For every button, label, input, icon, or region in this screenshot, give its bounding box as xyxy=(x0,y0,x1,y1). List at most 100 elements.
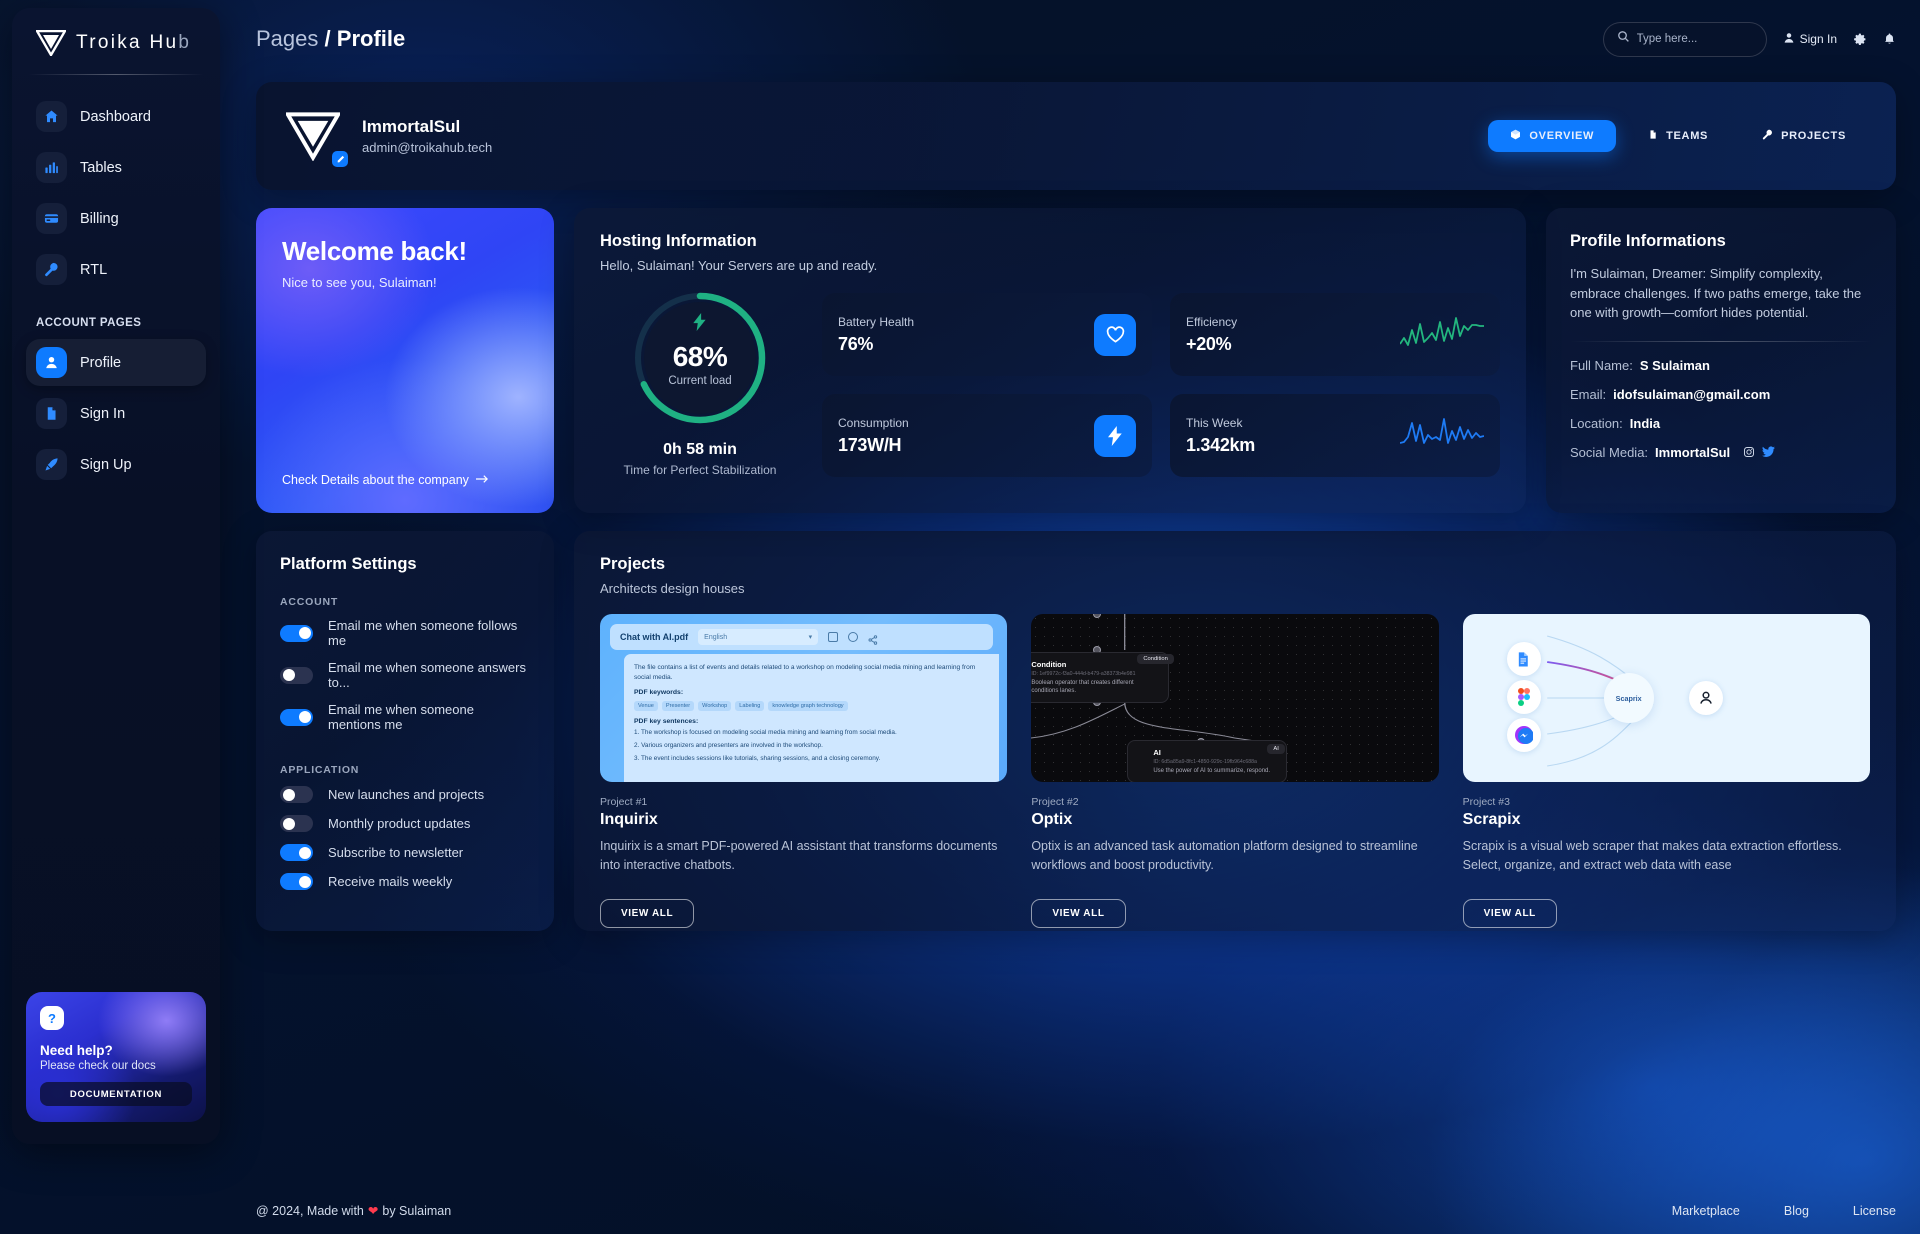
chip: knowledge graph technology xyxy=(768,701,848,712)
bolt-icon xyxy=(1094,414,1136,457)
toggle-receive-mails-weekly[interactable] xyxy=(280,873,313,890)
hosting-title: Hosting Information xyxy=(600,232,757,250)
topbar-actions: Sign In xyxy=(1602,21,1896,57)
hub-label: Scaprix xyxy=(1615,693,1642,703)
sidebar-item-label: Sign Up xyxy=(80,456,132,473)
view-all-button[interactable]: VIEW ALL xyxy=(1462,899,1557,928)
sidebar-item-tables[interactable]: Tables xyxy=(26,144,206,191)
pdf-body: The file contains a list of events and d… xyxy=(634,664,976,681)
stabilization-time: 0h 58 min xyxy=(663,441,737,458)
tab-overview[interactable]: OVERVIEW xyxy=(1488,120,1617,152)
welcome-link[interactable]: Check Details about the company xyxy=(282,473,489,487)
pdf-sentence: 1. The workshop is focused on modeling s… xyxy=(634,729,897,737)
view-all-button[interactable]: VIEW ALL xyxy=(1031,899,1126,928)
project-number: Project #3 xyxy=(1462,796,1510,808)
project-thumbnail-flow-canvas[interactable]: Condition ID: 1ef9972c-f3a0-444d-b479-a3… xyxy=(1031,614,1439,782)
project-card-scrapix: Scaprix Project #3 Scrapix Scrapix is a … xyxy=(1462,614,1870,928)
node-pill-condition: Condition xyxy=(1137,654,1174,664)
tab-projects[interactable]: PROJECTS xyxy=(1740,120,1868,152)
project-description: Inquirix is a smart PDF-powered AI assis… xyxy=(600,839,998,872)
help-title: Need help? xyxy=(40,1043,113,1058)
twitter-icon[interactable] xyxy=(1762,446,1776,458)
pdf-sentences-label: PDF key sentences: xyxy=(634,718,699,726)
project-description: Scrapix is a visual web scraper that mak… xyxy=(1462,839,1842,872)
gauge-readout: 68% Current load xyxy=(631,289,769,427)
projects-subtitle: Architects design houses xyxy=(600,581,745,596)
toggle-email-answers[interactable] xyxy=(280,666,313,684)
toggle-email-mentions[interactable] xyxy=(280,708,313,726)
setting-row: Email me when someone answers to... xyxy=(280,660,530,690)
avatar[interactable] xyxy=(284,107,348,167)
footer-link-blog[interactable]: Blog xyxy=(1784,1204,1809,1218)
toggle-monthly-updates[interactable] xyxy=(280,815,313,832)
footer: @ 2024, Made with ❤ by Sulaiman Marketpl… xyxy=(256,1203,1896,1219)
node-id: ID: 1ef9972c-f3a0-444d-b479-a38373b4e981 xyxy=(1031,671,1136,677)
footer-link-marketplace[interactable]: Marketplace xyxy=(1672,1204,1740,1218)
sidebar-item-dashboard[interactable]: Dashboard xyxy=(26,93,206,140)
field-value: idofsulaiman@gmail.com xyxy=(1613,386,1771,402)
toggle-email-follows[interactable] xyxy=(280,624,313,642)
project-number: Project #1 xyxy=(600,796,648,808)
download-icon[interactable] xyxy=(828,632,839,642)
sign-in-button[interactable]: Sign In xyxy=(1783,32,1837,47)
sign-in-label: Sign In xyxy=(1799,32,1837,46)
gear-icon[interactable] xyxy=(1853,32,1867,46)
tab-label: TEAMS xyxy=(1666,130,1709,142)
sidebar-item-label: RTL xyxy=(80,261,108,278)
sidebar-item-label: Billing xyxy=(80,210,119,227)
tile-text: Consumption 173W/H xyxy=(838,416,909,456)
gauge-value: 68% xyxy=(672,341,728,372)
language-select[interactable]: English ▾ xyxy=(698,629,819,645)
project-thumbnail-pdf-chat[interactable]: The file contains a list of events and d… xyxy=(600,614,1008,782)
heart-icon: ❤ xyxy=(367,1204,379,1218)
project-thumbnail-node-graph[interactable]: Scaprix xyxy=(1462,614,1870,782)
setting-label: Email me when someone follows me xyxy=(328,618,518,648)
wrench-icon xyxy=(36,254,67,285)
breadcrumb-parent[interactable]: Pages xyxy=(256,26,318,51)
field-label: Location: xyxy=(1570,415,1623,431)
refresh-icon[interactable] xyxy=(848,632,859,642)
tile-value: 173W/H xyxy=(838,434,902,455)
profile-information-card: Profile Informations I'm Sulaiman, Dream… xyxy=(1546,208,1896,513)
help-subtitle: Please check our docs xyxy=(40,1060,156,1072)
projects-list: The file contains a list of events and d… xyxy=(600,614,1870,928)
search-box[interactable] xyxy=(1602,21,1767,57)
hosting-body: 68% Current load 0h 58 min Time for Perf… xyxy=(600,289,1500,477)
topbar: Pages / Profile Sign In xyxy=(256,18,1896,60)
documentation-button[interactable]: DOCUMENTATION xyxy=(40,1082,192,1106)
view-all-button[interactable]: VIEW ALL xyxy=(600,899,695,928)
footer-links: Marketplace Blog License xyxy=(1672,1204,1896,1218)
share-icon[interactable] xyxy=(868,632,878,645)
sidebar-item-rtl[interactable]: RTL xyxy=(26,246,206,293)
sidebar-item-sign-in[interactable]: Sign In xyxy=(26,390,206,437)
sidebar-item-profile[interactable]: Profile xyxy=(26,339,206,386)
tile-text: This Week 1.342km xyxy=(1186,416,1255,456)
row-overview: Welcome back! Nice to see you, Sulaiman!… xyxy=(256,208,1896,513)
toggle-new-launches[interactable] xyxy=(280,786,313,803)
help-card: ? Need help? Please check our docs DOCUM… xyxy=(26,992,206,1122)
edit-avatar-icon[interactable] xyxy=(332,151,348,167)
tab-teams[interactable]: TEAMS xyxy=(1626,120,1730,152)
projects-title: Projects xyxy=(600,555,666,573)
pdf-sheet: The file contains a list of events and d… xyxy=(624,654,1000,782)
search-input[interactable] xyxy=(1636,33,1753,45)
instagram-icon[interactable] xyxy=(1743,446,1755,458)
setting-label: Email me when someone mentions me xyxy=(328,702,474,732)
bell-icon[interactable] xyxy=(1883,32,1896,46)
profile-info-divider xyxy=(1570,340,1872,342)
project-title: Optix xyxy=(1031,811,1073,828)
toggle-subscribe-newsletter[interactable] xyxy=(280,844,313,861)
person-icon xyxy=(1688,681,1723,715)
messenger-icon xyxy=(1506,718,1541,752)
tile-value: 76% xyxy=(838,333,874,354)
rocket-icon xyxy=(36,449,67,480)
sidebar-item-billing[interactable]: Billing xyxy=(26,195,206,242)
sidebar-item-sign-up[interactable]: Sign Up xyxy=(26,441,206,488)
tile-label: Efficiency xyxy=(1186,314,1238,329)
tile-value: 1.342km xyxy=(1186,434,1255,455)
flow-node-ai[interactable]: AI ID: 6d5a85a9-8fc1-4850-929c-19fb964c6… xyxy=(1127,740,1288,782)
footer-link-license[interactable]: License xyxy=(1853,1204,1896,1218)
project-number: Project #2 xyxy=(1031,796,1079,808)
setting-row: New launches and projects xyxy=(280,786,530,803)
pdf-keyword-chips: Venue Presenter Workshop Labeling knowle… xyxy=(634,701,989,712)
